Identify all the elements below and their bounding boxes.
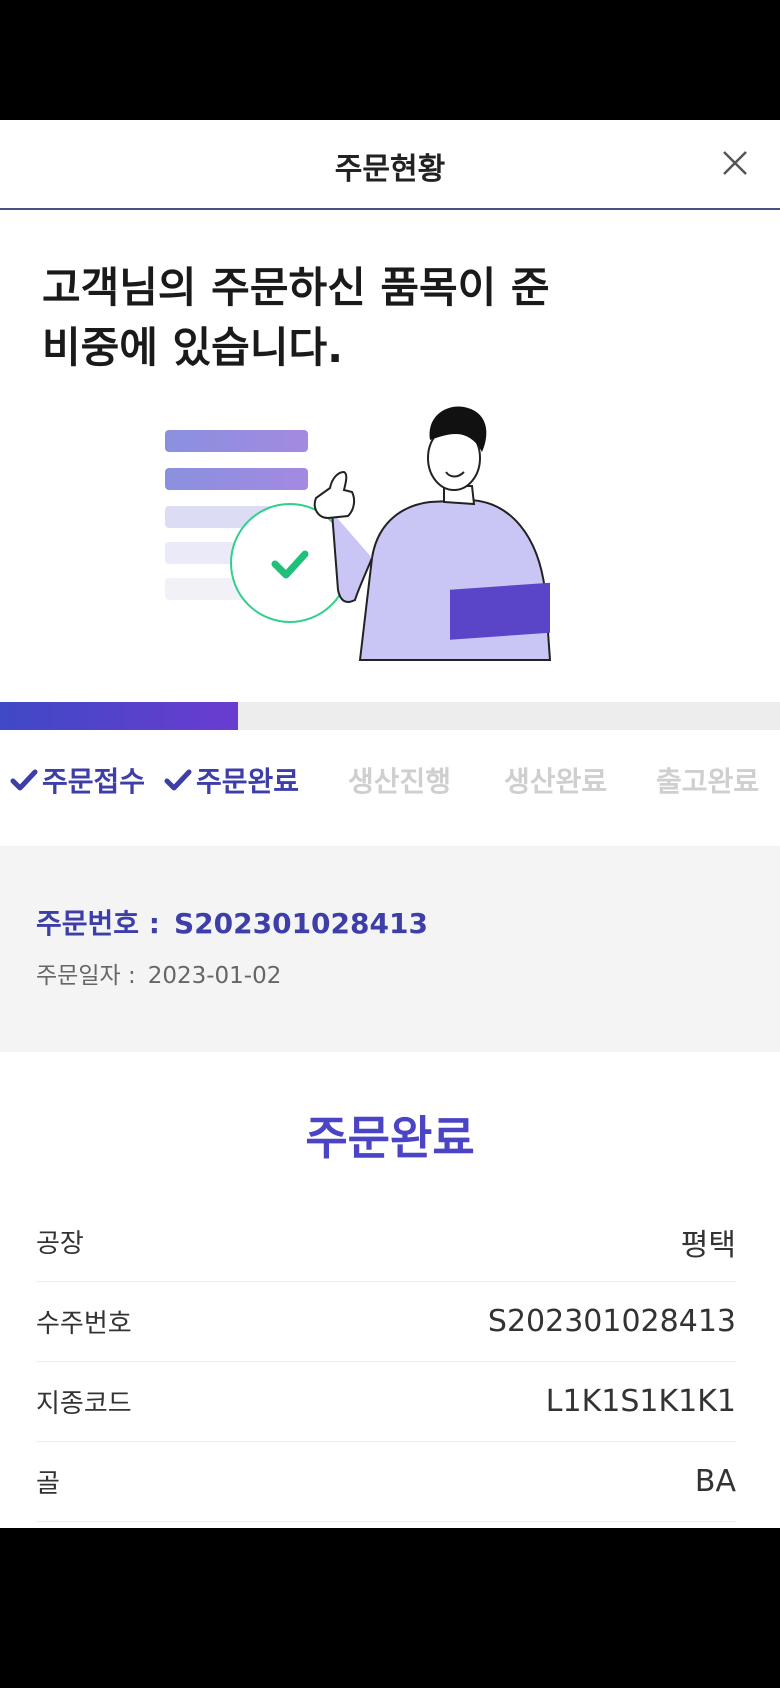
person-figure [313, 406, 552, 661]
order-date-value: 2023-01-02 [147, 963, 282, 989]
check-circle [230, 503, 350, 623]
step-label: 생산진행 [348, 765, 452, 798]
order-number-label: 주문번호 : [36, 907, 160, 940]
check-icon [164, 769, 192, 791]
order-ready-illustration [165, 406, 552, 661]
order-date-label: 주문일자 : [36, 963, 136, 989]
detail-row-factory: 공장 평택 [36, 1202, 736, 1282]
step-shipped: 출고완료 [656, 752, 759, 808]
order-status-screen: 주문현황 고객님의 주문하신 품목이 준 비중에 있습니다. 주문접수 주문완료… [0, 120, 780, 1528]
close-icon [723, 151, 747, 175]
order-number-value: S202301028413 [174, 907, 428, 940]
page-title: 주문현황 [334, 152, 446, 187]
close-button[interactable] [718, 146, 752, 180]
order-number: 주문번호 : S202301028413 [36, 902, 428, 942]
detail-label: 수주번호 [36, 1309, 132, 1339]
header: 주문현황 [0, 120, 780, 210]
progress-bar-fill [0, 702, 238, 730]
detail-row-paper-code: 지종코드 L1K1S1K1K1 [36, 1362, 736, 1442]
headline-line-2: 비중에 있습니다. [42, 323, 344, 372]
detail-value: S202301028413 [487, 1304, 736, 1339]
step-label: 생산완료 [504, 765, 608, 798]
step-label: 주문완료 [196, 765, 300, 798]
detail-label: 지종코드 [36, 1389, 132, 1419]
step-order-completed: 주문완료 [164, 752, 299, 808]
detail-label: 골 [36, 1469, 60, 1499]
order-info-panel: 주문번호 : S202301028413 주문일자 : 2023-01-02 [0, 846, 780, 1052]
order-steps: 주문접수 주문완료 생산진행 생산완료 출고완료 [0, 752, 780, 808]
step-production-in-progress: 생산진행 [348, 752, 451, 808]
step-label: 출고완료 [656, 765, 760, 798]
detail-value: BA [694, 1464, 736, 1499]
step-order-received: 주문접수 [10, 752, 145, 808]
detail-value: 평택 [680, 1227, 736, 1263]
detail-row-order-number: 수주번호 S202301028413 [36, 1282, 736, 1362]
order-date: 주문일자 : 2023-01-02 [36, 956, 281, 990]
list-line [165, 430, 308, 452]
step-label: 주문접수 [42, 765, 146, 798]
detail-value: L1K1S1K1K1 [545, 1384, 736, 1419]
headline-line-1: 고객님의 주문하신 품목이 준 [42, 263, 550, 312]
detail-row-flute: 골 BA [36, 1442, 736, 1522]
check-icon [10, 769, 38, 791]
detail-label: 공장 [36, 1229, 84, 1259]
list-line [165, 468, 308, 490]
headline: 고객님의 주문하신 품목이 준 비중에 있습니다. [42, 258, 642, 378]
step-production-completed: 생산완료 [504, 752, 607, 808]
progress-bar [0, 702, 780, 730]
status-title: 주문완료 [305, 1111, 475, 1165]
order-detail-list: 공장 평택 수주번호 S202301028413 지종코드 L1K1S1K1K1… [36, 1202, 736, 1522]
